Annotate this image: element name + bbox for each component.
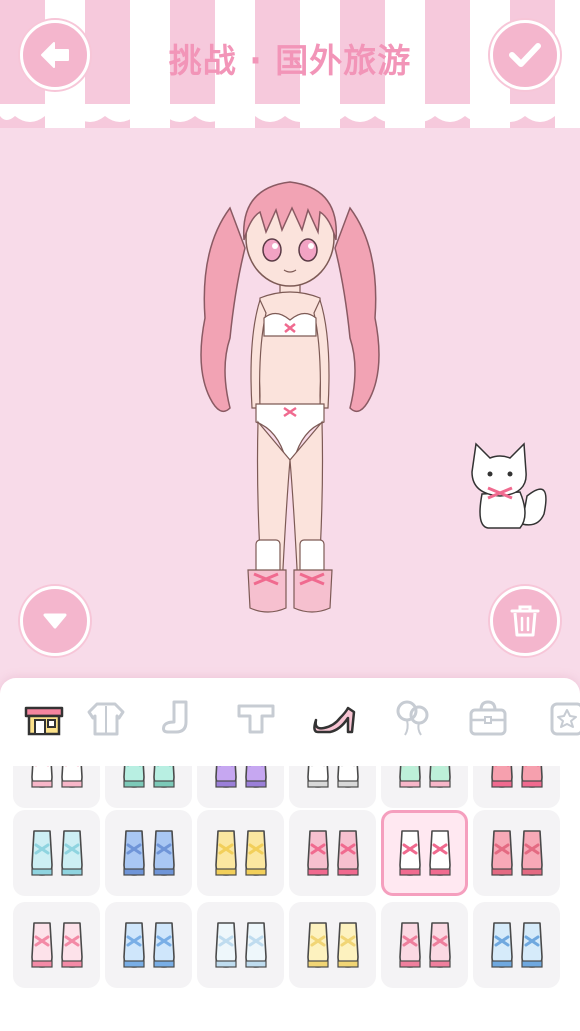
shoe-item-socks-mint-pink[interactable] xyxy=(381,766,468,808)
trash-button[interactable] xyxy=(490,586,560,656)
shoe-pair-icon xyxy=(214,830,267,876)
tab-shoes[interactable] xyxy=(306,690,362,746)
shop-icon xyxy=(24,706,64,736)
shoe-pair-icon xyxy=(490,830,543,876)
cat-pet[interactable] xyxy=(462,436,552,536)
high-heel-icon xyxy=(313,706,356,734)
balloon-icon xyxy=(396,700,429,736)
tab-accessories[interactable] xyxy=(538,690,580,746)
shoe-pair-icon xyxy=(306,922,359,968)
star-box-icon xyxy=(550,702,580,736)
shoe-pair-icon xyxy=(122,922,175,968)
confirm-button[interactable] xyxy=(490,20,560,90)
triangle-down-icon xyxy=(43,613,67,629)
shoe-item-bunny-boots-clear[interactable] xyxy=(197,902,284,988)
shoe-pair-icon xyxy=(490,766,543,788)
dressup-stage xyxy=(0,128,580,678)
shoe-item-sandals-blue[interactable] xyxy=(473,902,560,988)
shoe-item-sneakers-blue[interactable] xyxy=(105,902,192,988)
collapse-button[interactable] xyxy=(20,586,90,656)
shoe-pair-icon xyxy=(306,830,359,876)
shoe-item-bow-boots-yellow[interactable] xyxy=(197,810,284,896)
shoe-pair-icon xyxy=(122,766,175,788)
arrow-left-icon xyxy=(41,42,69,68)
shoe-pair-icon xyxy=(490,922,543,968)
shoe-item-ruffle-boots-mint[interactable] xyxy=(13,810,100,896)
category-tabbar xyxy=(0,678,580,758)
shoe-item-bunny-slippers-white[interactable] xyxy=(13,766,100,808)
shoe-pair-icon xyxy=(30,922,83,968)
shoe-item-lace-boots-yellow[interactable] xyxy=(289,902,376,988)
shoe-grid xyxy=(0,766,580,1031)
shoe-pair-icon xyxy=(214,766,267,788)
shoe-item-sneakers-pink[interactable] xyxy=(13,902,100,988)
tab-coat[interactable] xyxy=(78,690,134,746)
trash-icon xyxy=(510,605,540,637)
character-doll[interactable] xyxy=(190,168,390,628)
checkmark-icon xyxy=(509,43,541,67)
coat-icon xyxy=(87,702,125,736)
page-title: 挑战 · 国外旅游 xyxy=(168,41,412,80)
shoe-pair-icon xyxy=(122,830,175,876)
shirt-icon xyxy=(237,704,275,734)
shoe-pair-icon xyxy=(398,766,451,788)
shoe-item-bunny-slippers-mint[interactable] xyxy=(105,766,192,808)
back-button[interactable] xyxy=(20,20,90,90)
shoe-item-lace-boots-pink[interactable] xyxy=(473,810,560,896)
shoe-item-platform-sandals-bow[interactable] xyxy=(381,810,468,896)
shoe-item-platform-shoes-pink[interactable] xyxy=(289,810,376,896)
tab-bags[interactable] xyxy=(460,690,516,746)
shoe-pair-icon xyxy=(30,766,83,788)
shoe-item-boots-purple[interactable] xyxy=(197,766,284,808)
shoe-pair-icon xyxy=(214,922,267,968)
shoe-item-bow-boots-blue[interactable] xyxy=(105,810,192,896)
tab-tops[interactable] xyxy=(228,690,284,746)
wardrobe-panel xyxy=(0,678,580,1031)
bag-icon xyxy=(469,700,507,736)
tab-balloons[interactable] xyxy=(384,690,440,746)
shoe-item-sandals-pink[interactable] xyxy=(381,902,468,988)
shoe-pair-icon xyxy=(30,830,83,876)
shoe-pair-icon xyxy=(398,922,451,968)
shoe-item-paw-slippers[interactable] xyxy=(289,766,376,808)
shoe-pair-icon xyxy=(306,766,359,788)
tab-socks[interactable] xyxy=(150,690,206,746)
tab-shop[interactable] xyxy=(16,690,72,746)
shoe-pair-icon xyxy=(398,830,451,876)
sock-icon xyxy=(162,700,188,734)
shoe-item-shoes-red-ribbon[interactable] xyxy=(473,766,560,808)
